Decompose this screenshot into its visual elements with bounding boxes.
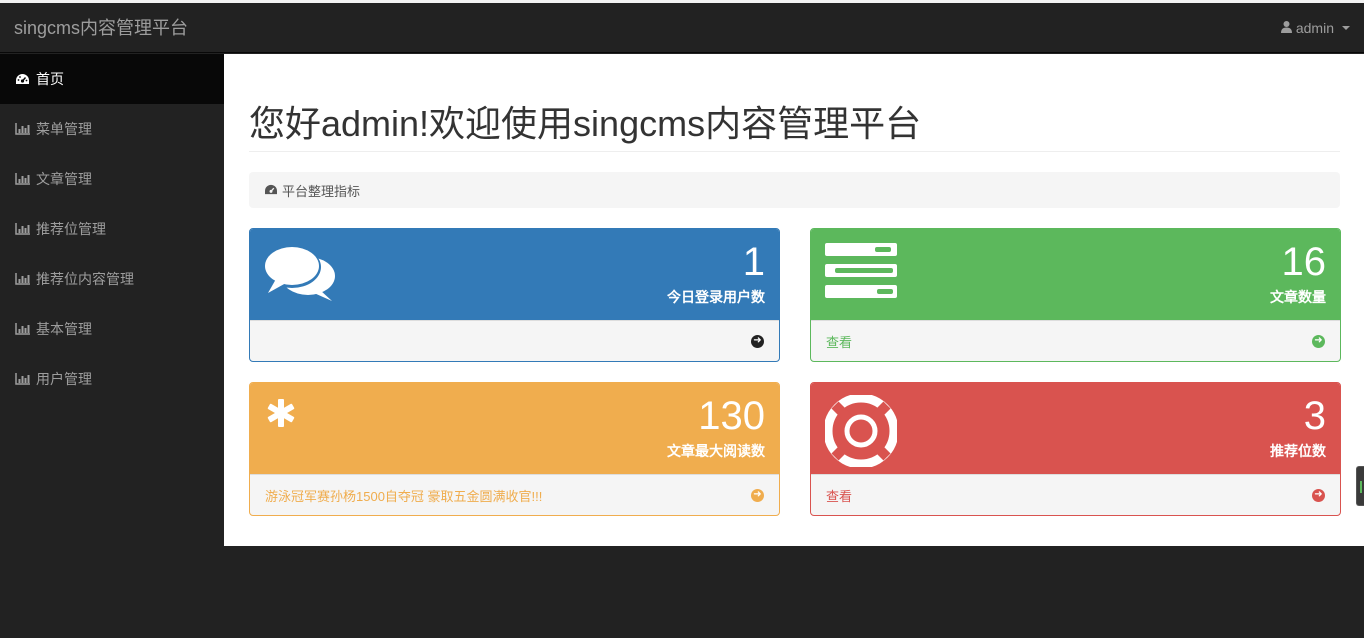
bar-chart-icon bbox=[15, 272, 31, 286]
user-menu[interactable]: admin bbox=[1280, 20, 1350, 36]
panel-footer-link[interactable]: ➜ bbox=[250, 320, 779, 361]
breadcrumb: 平台整理指标 bbox=[249, 172, 1340, 208]
panel-login-users: 1 今日登录用户数 ➜ bbox=[249, 228, 780, 362]
comments-icon bbox=[263, 243, 336, 306]
sidebar-item-position-content[interactable]: 推荐位内容管理 bbox=[0, 254, 224, 304]
panel-label: 文章最大阅读数 bbox=[667, 443, 765, 459]
sidebar-item-label: 推荐位管理 bbox=[36, 221, 106, 237]
sidebar-item-articles[interactable]: 文章管理 bbox=[0, 154, 224, 204]
arrow-circle-right-icon: ➜ bbox=[751, 488, 764, 502]
bar-chart-icon bbox=[15, 122, 31, 136]
bar-chart-icon bbox=[15, 172, 31, 186]
tasks-icon bbox=[825, 243, 897, 304]
sidebar-item-label: 首页 bbox=[36, 71, 64, 87]
sidebar-item-label: 菜单管理 bbox=[36, 121, 92, 137]
sidebar-item-positions[interactable]: 推荐位管理 bbox=[0, 204, 224, 254]
dashboard-icon bbox=[264, 184, 278, 196]
bar-chart-icon bbox=[15, 322, 31, 336]
bar-chart-icon bbox=[15, 222, 31, 236]
sidebar-item-menu[interactable]: 菜单管理 bbox=[0, 104, 224, 154]
sidebar-item-label: 用户管理 bbox=[36, 371, 92, 387]
arrow-circle-right-icon: ➜ bbox=[751, 334, 764, 348]
panel-article-count: 16 文章数量 查看 ➜ bbox=[810, 228, 1341, 362]
panel-footer-link[interactable]: 游泳冠军赛孙杨1500自夺冠 豪取五金圆满收官!!! ➜ bbox=[250, 474, 779, 515]
panel-heading: 1 今日登录用户数 bbox=[250, 229, 779, 320]
brand-title[interactable]: singcms内容管理平台 bbox=[14, 17, 188, 39]
panel-count: 3 bbox=[1303, 394, 1326, 438]
breadcrumb-label: 平台整理指标 bbox=[282, 183, 361, 199]
panel-footer-text: 游泳冠军赛孙杨1500自夺冠 豪取五金圆满收官!!! bbox=[265, 488, 543, 504]
arrow-circle-right-icon: ➜ bbox=[1312, 334, 1325, 348]
panel-heading: 3 推荐位数 bbox=[811, 383, 1340, 474]
sidebar-item-label: 推荐位内容管理 bbox=[36, 271, 134, 287]
panel-count: 16 bbox=[1281, 240, 1327, 284]
panel-max-reads: 130 文章最大阅读数 游泳冠军赛孙杨1500自夺冠 豪取五金圆满收官!!! ➜ bbox=[249, 382, 780, 516]
panel-heading: 130 文章最大阅读数 bbox=[250, 383, 779, 474]
panel-label: 文章数量 bbox=[1270, 289, 1326, 305]
panel-footer-text: 查看 bbox=[826, 488, 853, 504]
dashboard-icon bbox=[15, 72, 31, 86]
user-icon bbox=[1280, 20, 1292, 36]
bar-chart-icon bbox=[15, 372, 31, 386]
sidebar-item-label: 文章管理 bbox=[36, 171, 92, 187]
top-navbar: singcms内容管理平台 admin bbox=[0, 3, 1364, 53]
panel-footer-link[interactable]: 查看 ➜ bbox=[811, 474, 1340, 515]
panel-count: 130 bbox=[698, 394, 765, 438]
sidebar-item-basic[interactable]: 基本管理 bbox=[0, 304, 224, 354]
life-ring-icon bbox=[823, 393, 899, 470]
asterisk-icon bbox=[264, 397, 298, 434]
sidebar: 首页 菜单管理 文章管理 推荐位管理 推荐位内容管理 基本管理 用户管理 bbox=[0, 54, 224, 638]
panel-heading: 16 文章数量 bbox=[811, 229, 1340, 320]
page-title: 您好admin!欢迎使用singcms内容管理平台 bbox=[249, 103, 922, 144]
panel-footer-text: 查看 bbox=[826, 334, 853, 350]
chevron-down-icon bbox=[1342, 26, 1350, 30]
panel-label: 今日登录用户数 bbox=[667, 289, 765, 305]
sidebar-item-home[interactable]: 首页 bbox=[0, 54, 224, 104]
sidebar-item-label: 基本管理 bbox=[36, 321, 92, 337]
main-content: 您好admin!欢迎使用singcms内容管理平台 平台整理指标 1 今日登录用… bbox=[224, 54, 1364, 546]
panel-count: 1 bbox=[742, 240, 765, 284]
side-scroll-handle[interactable] bbox=[1356, 466, 1364, 506]
panel-label: 推荐位数 bbox=[1270, 443, 1326, 459]
user-name: admin bbox=[1295, 20, 1334, 36]
sidebar-item-users[interactable]: 用户管理 bbox=[0, 354, 224, 404]
title-divider bbox=[249, 151, 1340, 152]
panel-positions: 3 推荐位数 查看 ➜ bbox=[810, 382, 1341, 516]
arrow-circle-right-icon: ➜ bbox=[1312, 488, 1325, 502]
panel-footer-link[interactable]: 查看 ➜ bbox=[811, 320, 1340, 361]
